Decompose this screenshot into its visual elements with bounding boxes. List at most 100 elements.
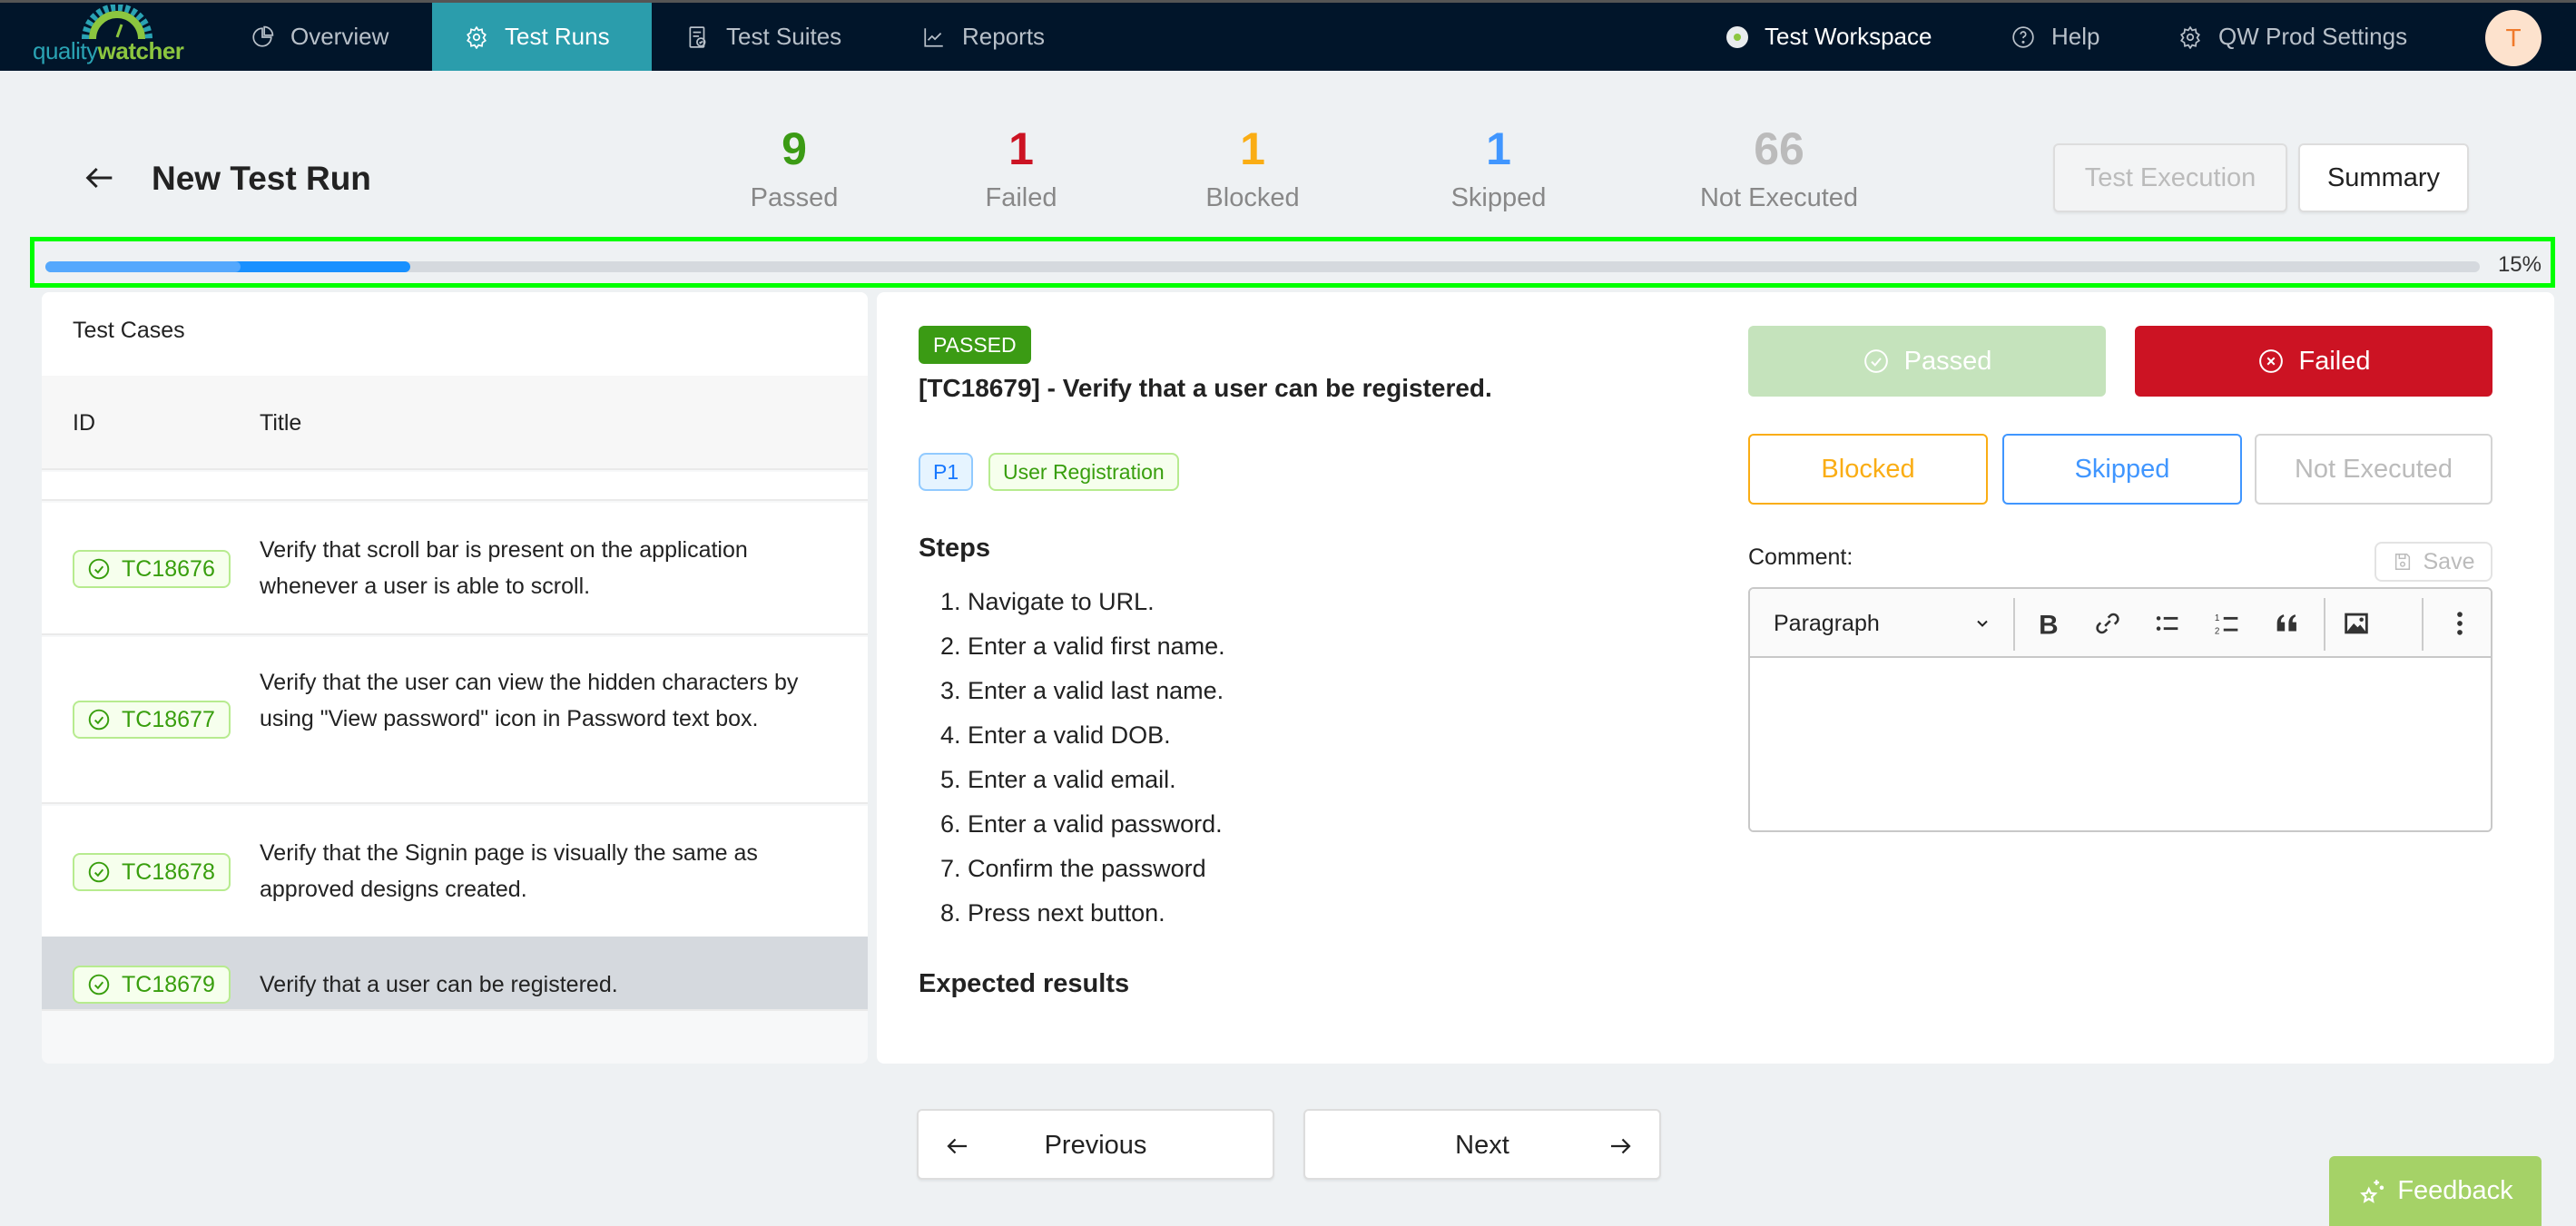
- bulleted-list-button[interactable]: [2149, 605, 2186, 642]
- insert-image-button[interactable]: [2338, 605, 2374, 642]
- table-header: ID Title: [42, 376, 868, 470]
- priority-tag: P1: [919, 453, 974, 491]
- image-icon: [2345, 613, 2368, 634]
- mark-blocked-button[interactable]: Blocked: [1748, 434, 1988, 505]
- status-badge: PASSED: [919, 326, 1031, 364]
- clipboard-check-icon: [689, 25, 706, 48]
- step-item: 3. Enter a valid last name.: [940, 677, 1224, 704]
- comment-editor: Paragraph B 12: [1748, 587, 2492, 832]
- blockquote-button[interactable]: [2269, 605, 2306, 642]
- more-options-button[interactable]: [2442, 605, 2478, 642]
- svg-text:2: 2: [2215, 626, 2220, 636]
- progress-track: [45, 261, 2480, 272]
- sparkle-star-icon: [2360, 1179, 2384, 1203]
- table-row-selected[interactable]: TC18679 Verify that a user can be regist…: [42, 937, 868, 1011]
- table-row[interactable]: TC18677 Verify that the user can view th…: [42, 637, 868, 804]
- numbered-list-button[interactable]: 12: [2209, 605, 2246, 642]
- expected-results-heading: Expected results: [919, 969, 1130, 998]
- help-circle-icon: [2012, 25, 2034, 48]
- progress-fill-passed: [45, 261, 241, 272]
- steps-heading: Steps: [919, 534, 990, 563]
- more-vertical-icon: [2457, 612, 2463, 635]
- link-button[interactable]: [2089, 605, 2126, 642]
- nav-test-runs[interactable]: Test Runs: [432, 3, 652, 71]
- test-case-detail-panel: PASSED [TC18679] - Verify that a user ca…: [877, 292, 2554, 1064]
- bold-button[interactable]: B: [2030, 605, 2066, 642]
- gear-icon: [2180, 25, 2200, 49]
- stat-not-executed: 66 Not Executed: [1699, 123, 1859, 212]
- step-item: 2. Enter a valid first name.: [940, 633, 1225, 660]
- test-case-title: Verify that a user can be registered.: [260, 972, 618, 997]
- svg-text:1: 1: [2215, 613, 2220, 623]
- previous-button[interactable]: Previous: [917, 1109, 1274, 1180]
- qualitywatcher-logo[interactable]: qualitywatcher: [33, 5, 187, 70]
- nav-overview[interactable]: Overview: [227, 3, 436, 71]
- svg-text:B: B: [2039, 610, 2059, 639]
- brand-name: qualitywatcher: [33, 37, 184, 64]
- step-item: 4. Enter a valid DOB.: [940, 721, 1171, 749]
- comment-input[interactable]: [1750, 660, 2491, 830]
- check-circle-icon: [1863, 349, 1888, 373]
- gauge-logo-icon: [82, 5, 152, 40]
- stat-passed: 9 Passed: [750, 123, 839, 212]
- next-button[interactable]: Next: [1303, 1109, 1661, 1180]
- back-arrow-icon[interactable]: [82, 160, 118, 196]
- column-header-title[interactable]: Title: [260, 410, 301, 436]
- test-case-id-badge[interactable]: TC18676: [73, 550, 231, 588]
- paragraph-style-dropdown[interactable]: Paragraph: [1774, 607, 1991, 640]
- gear-icon: [467, 25, 487, 49]
- check-circle-icon: [88, 709, 110, 731]
- workspace-switcher[interactable]: Test Workspace: [1726, 3, 1932, 71]
- column-header-id[interactable]: ID: [73, 410, 95, 436]
- arrow-right-icon: [1611, 1138, 1631, 1154]
- chevron-down-icon: [1977, 620, 1988, 627]
- save-icon: [2394, 554, 2410, 570]
- test-case-id-badge[interactable]: TC18677: [73, 701, 231, 739]
- quote-icon: [2276, 614, 2296, 632]
- comment-label: Comment:: [1748, 544, 1853, 570]
- user-avatar[interactable]: T: [2485, 10, 2542, 66]
- step-item: 6. Enter a valid password.: [940, 810, 1223, 838]
- test-execution-button[interactable]: Test Execution: [2053, 143, 2287, 212]
- table-row[interactable]: TC18676 Verify that scroll bar is presen…: [42, 503, 868, 635]
- bulleted-list-icon: [2156, 616, 2178, 631]
- help-link[interactable]: Help: [2011, 3, 2099, 71]
- numbered-list-icon: 12: [2215, 613, 2238, 636]
- test-case-id-badge[interactable]: TC18678: [73, 853, 231, 891]
- toolbar-divider: [2422, 598, 2424, 651]
- bold-icon: B: [2039, 610, 2059, 639]
- stat-blocked: 1 Blocked: [1205, 123, 1300, 212]
- nav-reports[interactable]: Reports: [922, 3, 1086, 71]
- steps-list: 1. Navigate to URL. 2. Enter a valid fir…: [940, 580, 1225, 936]
- test-case-title: Verify that the user can view the hidden…: [260, 670, 799, 731]
- mark-passed-button[interactable]: Passed: [1748, 326, 2106, 397]
- test-case-heading: [TC18679] - Verify that a user can be re…: [919, 374, 1492, 402]
- progress-bar-highlight: 15%: [30, 237, 2555, 288]
- step-item: 1. Navigate to URL.: [940, 588, 1155, 615]
- nav-test-suites[interactable]: Test Suites: [686, 3, 868, 71]
- summary-button[interactable]: Summary: [2298, 143, 2469, 212]
- stat-skipped: 1 Skipped: [1450, 123, 1547, 212]
- step-item: 5. Enter a valid email.: [940, 766, 1176, 793]
- test-cases-panel: Test Cases ID Title TC18676 Verify that …: [42, 292, 868, 1064]
- settings-link[interactable]: QW Prod Settings: [2178, 3, 2407, 71]
- mark-skipped-button[interactable]: Skipped: [2002, 434, 2242, 505]
- top-navigation-bar: qualitywatcher Overview Test Runs Test S…: [0, 0, 2576, 71]
- page-title: New Test Run: [152, 160, 371, 197]
- save-comment-button[interactable]: Save: [2374, 542, 2492, 582]
- editor-toolbar: Paragraph B 12: [1750, 589, 2491, 658]
- test-cases-title: Test Cases: [73, 318, 185, 343]
- test-case-title: Verify that scroll bar is present on the…: [260, 537, 748, 599]
- x-circle-icon: [2258, 349, 2283, 373]
- progress-percent: 15%: [2497, 252, 2542, 277]
- test-case-id-badge[interactable]: TC18679: [73, 966, 231, 1004]
- test-case-title: Verify that the Signin page is visually …: [260, 840, 758, 902]
- workspace-icon: [1726, 25, 1748, 48]
- category-tag: User Registration: [988, 453, 1179, 491]
- mark-not-executed-button[interactable]: Not Executed: [2255, 434, 2492, 505]
- mark-failed-button[interactable]: Failed: [2135, 326, 2492, 397]
- table-row[interactable]: TC18678 Verify that the Signin page is v…: [42, 806, 868, 938]
- step-item: 7. Confirm the password: [940, 855, 1206, 882]
- link-icon: [2096, 613, 2119, 634]
- feedback-button[interactable]: Feedback: [2329, 1156, 2542, 1226]
